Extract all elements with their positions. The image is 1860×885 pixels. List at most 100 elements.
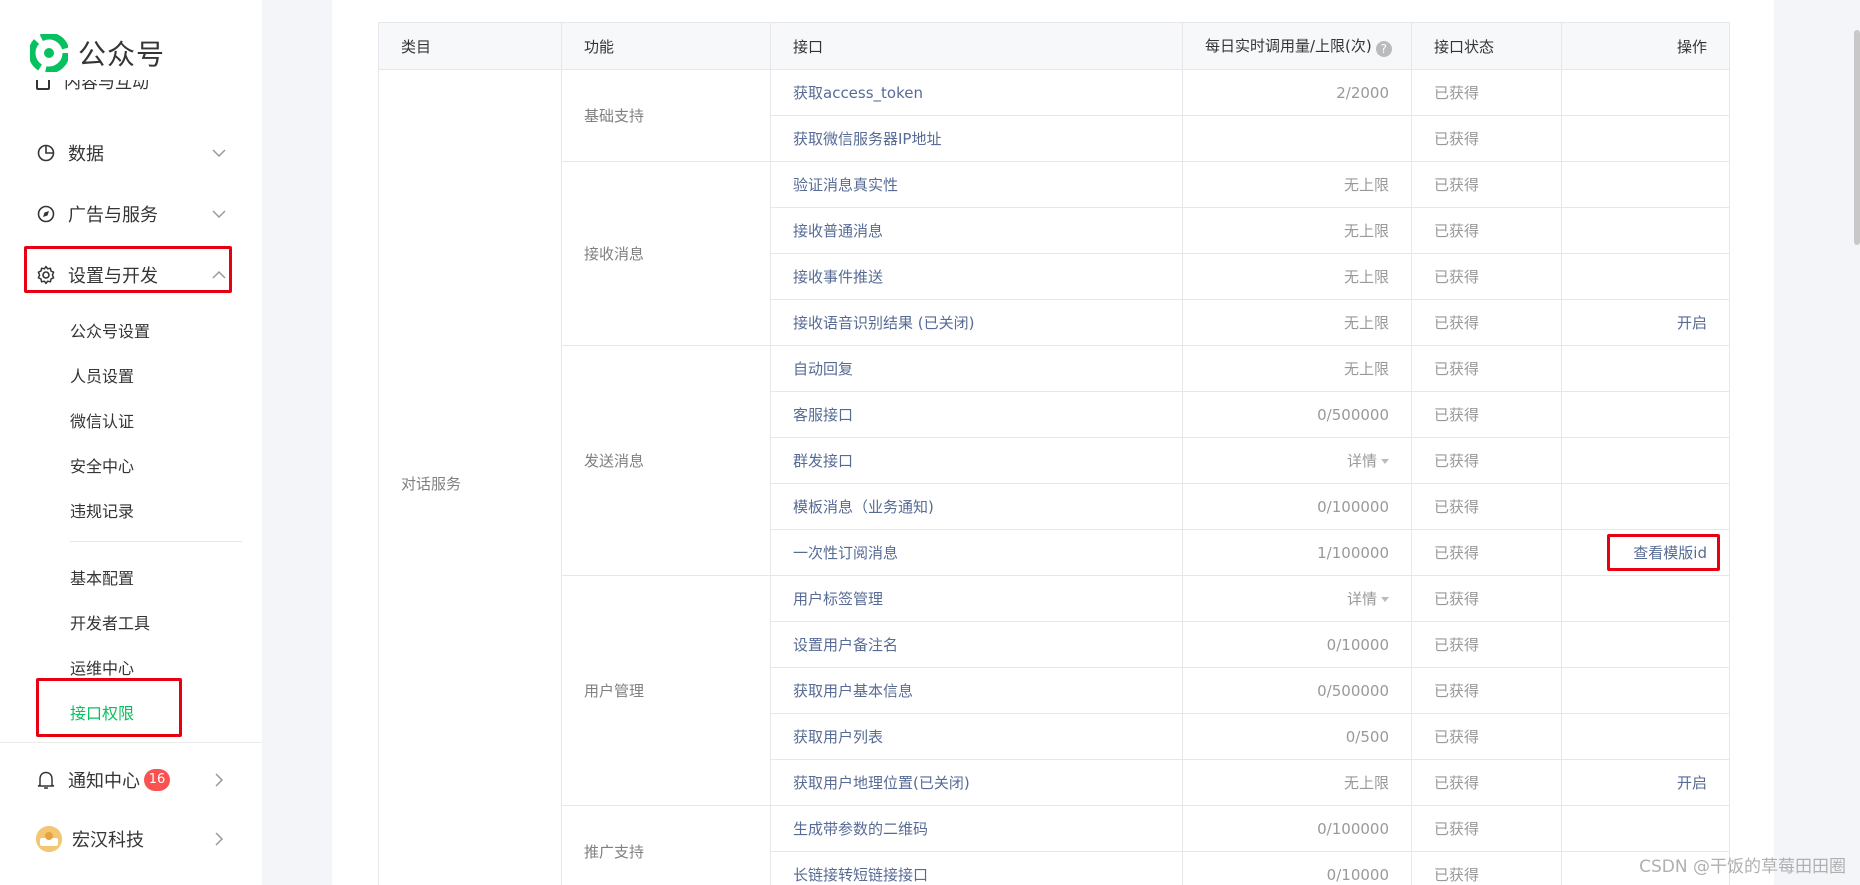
quota-cell[interactable]: 详情 (1182, 437, 1412, 484)
pie-chart-icon (36, 143, 56, 163)
action-cell (1561, 667, 1730, 714)
status-cell: 已获得 (1411, 391, 1562, 438)
status-cell: 已获得 (1411, 345, 1562, 392)
quota-cell: 1/100000 (1182, 529, 1412, 576)
table-body: 对话服务 基础支持 获取access_token 2/2000 已获得 获取微信服务器IP… (378, 69, 1730, 885)
chevron-down-icon (212, 146, 226, 160)
scrollbar[interactable] (1854, 30, 1860, 245)
interface-link[interactable]: 自动回复 (770, 345, 1183, 392)
quota-value: 2/2000 (1336, 83, 1389, 102)
sidebar: 公众号 内容与互动 数据 广告与服务 设置与开发 公众号设置 人员设置 微信认证… (0, 0, 262, 885)
sidebar-item-content[interactable]: 内容与互动 (36, 80, 226, 102)
quota-value: 1/100000 (1317, 543, 1389, 562)
api-permissions-table: 类目 功能 接口 每日实时调用量/上限(次)? 接口状态 操作 对话服务 基础支持… (378, 22, 1730, 885)
notification-count-badge: 16 (144, 769, 170, 791)
interface-link[interactable]: 客服接口 (770, 391, 1183, 438)
sidebar-subitem-ops-center[interactable]: 运维中心 (70, 655, 134, 679)
quota-value: 无上限 (1343, 268, 1389, 286)
quota-cell: 0/10000 (1182, 621, 1412, 668)
sidebar-item-label: 数据 (68, 144, 104, 165)
sidebar-subitem-violation-records[interactable]: 违规记录 (70, 498, 134, 522)
divider (70, 541, 242, 542)
quota-value: 0/100000 (1317, 497, 1389, 516)
header-status: 接口状态 (1411, 22, 1562, 70)
action-cell (1561, 805, 1730, 852)
table-row: 推广支持 生成带参数的二维码 0/100000 已获得 (379, 805, 1730, 885)
action-cell (1561, 437, 1730, 484)
chevron-right-icon (212, 773, 226, 787)
interface-link[interactable]: 获取用户基本信息 (770, 667, 1183, 714)
chevron-right-icon (212, 832, 226, 846)
quota-cell: 0/500000 (1182, 391, 1412, 438)
sidebar-subitem-developer-tools[interactable]: 开发者工具 (70, 610, 150, 634)
header-action: 操作 (1561, 22, 1730, 70)
interface-link[interactable]: 群发接口 (770, 437, 1183, 484)
interface-link[interactable]: 获取用户列表 (770, 713, 1183, 760)
highlight-box (36, 678, 182, 737)
status-cell: 已获得 (1411, 851, 1562, 885)
status-cell: 已获得 (1411, 483, 1562, 530)
action-cell (1561, 713, 1730, 760)
table-row: 用户管理 用户标签管理 详情 已获得 (379, 575, 1730, 806)
status-cell: 已获得 (1411, 575, 1562, 622)
action-cell (1561, 69, 1730, 116)
sidebar-item-notifications[interactable]: 通知中心 16 (36, 767, 226, 793)
chevron-down-icon (212, 207, 226, 221)
quota-value: 0/500 (1345, 727, 1389, 746)
status-cell: 已获得 (1411, 621, 1562, 668)
status-cell: 已获得 (1411, 69, 1562, 116)
interface-link[interactable]: 接收事件推送 (770, 253, 1183, 300)
sidebar-item-label: 通知中心 (68, 771, 140, 792)
watermark: CSDN @干饭的草莓田田圈 (1639, 857, 1846, 877)
interface-link[interactable]: 长链接转短链接接口 (770, 851, 1183, 885)
interface-link[interactable]: 获取用户地理位置(已关闭) (770, 759, 1183, 806)
action-link[interactable]: 开启 (1561, 299, 1730, 346)
logo[interactable]: 公众号 (28, 32, 165, 74)
quota-cell: 无上限 (1182, 345, 1412, 392)
interface-link[interactable]: 获取微信服务器IP地址 (770, 115, 1183, 162)
interface-link[interactable]: 生成带参数的二维码 (770, 805, 1183, 852)
sidebar-subitem-member-settings[interactable]: 人员设置 (70, 363, 134, 387)
status-cell: 已获得 (1411, 115, 1562, 162)
quota-value: 无上限 (1343, 360, 1389, 378)
sidebar-subitem-wechat-verify[interactable]: 微信认证 (70, 408, 134, 432)
sidebar-item-label: 广告与服务 (68, 205, 158, 226)
status-cell: 已获得 (1411, 667, 1562, 714)
quota-cell: 0/100000 (1182, 805, 1412, 852)
interface-link[interactable]: 用户标签管理 (770, 575, 1183, 622)
function-cell: 推广支持 (561, 805, 771, 885)
sidebar-item-data[interactable]: 数据 (36, 140, 226, 166)
avatar (36, 826, 62, 852)
header-category: 类目 (378, 22, 562, 70)
interface-link[interactable]: 接收普通消息 (770, 207, 1183, 254)
quota-cell: 0/10000 (1182, 851, 1412, 885)
interface-link[interactable]: 获取access_token (770, 69, 1183, 116)
quota-value: 无上限 (1343, 314, 1389, 332)
function-cell: 用户管理 (561, 575, 771, 806)
quota-cell: 0/500 (1182, 713, 1412, 760)
quota-cell[interactable]: 详情 (1182, 575, 1412, 622)
bell-icon (36, 770, 56, 790)
interface-link[interactable]: 一次性订阅消息 (770, 529, 1183, 576)
action-cell (1561, 391, 1730, 438)
sidebar-subitem-security-center[interactable]: 安全中心 (70, 453, 134, 477)
interface-link[interactable]: 接收语音识别结果 (已关闭) (770, 299, 1183, 346)
action-cell (1561, 345, 1730, 392)
status-cell: 已获得 (1411, 805, 1562, 852)
sidebar-subitem-basic-config[interactable]: 基本配置 (70, 565, 134, 589)
sidebar-item-account[interactable]: 宏汉科技 (36, 826, 226, 852)
header-function: 功能 (561, 22, 771, 70)
header-quota-label: 每日实时调用量/上限(次) (1205, 37, 1372, 55)
sidebar-subitem-account-settings[interactable]: 公众号设置 (70, 318, 150, 342)
sidebar-item-ads[interactable]: 广告与服务 (36, 201, 226, 227)
interface-link[interactable]: 设置用户备注名 (770, 621, 1183, 668)
quota-value: 无上限 (1343, 176, 1389, 194)
action-cell (1561, 575, 1730, 622)
category-cell: 对话服务 (378, 69, 562, 885)
interface-link[interactable]: 验证消息真实性 (770, 161, 1183, 208)
quota-value: 详情 (1346, 590, 1377, 608)
interface-link[interactable]: 模板消息（业务通知) (770, 483, 1183, 530)
help-icon[interactable]: ? (1375, 41, 1392, 57)
action-link[interactable]: 开启 (1561, 759, 1730, 806)
wechat-official-logo-icon (28, 32, 70, 74)
